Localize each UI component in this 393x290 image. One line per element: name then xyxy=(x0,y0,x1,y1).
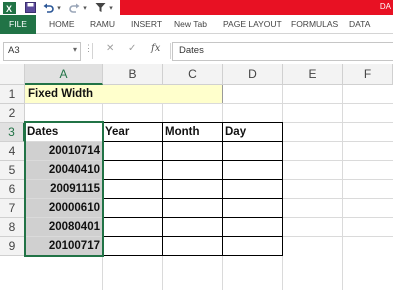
header-cell-month[interactable]: Month xyxy=(163,123,222,142)
name-box[interactable]: A3 ▾ xyxy=(3,42,81,61)
filter-icon[interactable] xyxy=(94,0,106,15)
title-bar: DA xyxy=(120,0,393,15)
tab-new-tab[interactable]: New Tab xyxy=(174,15,207,34)
svg-text:X: X xyxy=(6,4,12,14)
window-title: DA xyxy=(379,2,391,11)
formula-value: Dates xyxy=(179,45,204,56)
row-header-2[interactable]: 2 xyxy=(0,104,25,123)
redo-dropdown-icon[interactable]: ▾ xyxy=(81,0,89,15)
table-border xyxy=(102,179,283,180)
column-header-d[interactable]: D xyxy=(223,64,283,85)
row-header-4[interactable]: 4 xyxy=(0,142,25,161)
row-header-3[interactable]: 3 xyxy=(0,123,25,142)
table-border xyxy=(102,141,283,142)
row-header-5[interactable]: 5 xyxy=(0,161,25,180)
redo-icon[interactable] xyxy=(68,0,80,15)
select-all-button[interactable] xyxy=(0,64,25,85)
tab-file[interactable]: FILE xyxy=(0,15,36,34)
cancel-icon[interactable]: ✕ xyxy=(106,43,114,54)
ribbon-tabs: FILE HOME RAMU INSERT New Tab PAGE LAYOU… xyxy=(0,15,393,34)
tab-ramu[interactable]: RAMU xyxy=(90,15,115,34)
excel-logo-icon: X xyxy=(2,0,16,15)
table-border xyxy=(222,85,223,103)
selection-outline xyxy=(24,121,104,257)
table-border xyxy=(102,255,283,256)
row-header-6[interactable]: 6 xyxy=(0,180,25,199)
title-cell[interactable]: Fixed Width xyxy=(25,85,222,103)
table-border xyxy=(102,217,283,218)
column-header-e[interactable]: E xyxy=(283,64,343,85)
row-header-8[interactable]: 8 xyxy=(0,218,25,237)
gridline xyxy=(342,85,343,290)
column-header-f[interactable]: F xyxy=(343,64,393,85)
undo-dropdown-icon[interactable]: ▾ xyxy=(55,0,63,15)
formula-bar: A3 ▾ ⋮ ✕ ✓ fx Dates xyxy=(0,34,393,64)
divider xyxy=(92,43,93,59)
table-border xyxy=(102,122,283,123)
column-header-c[interactable]: C xyxy=(163,64,223,85)
quick-access-toolbar: X ▾ ▾ ▾ DA xyxy=(0,0,393,15)
tab-page-layout[interactable]: PAGE LAYOUT xyxy=(223,15,282,34)
header-cell-day[interactable]: Day xyxy=(223,123,282,142)
table-border xyxy=(102,198,283,199)
column-header-b[interactable]: B xyxy=(103,64,163,85)
chevron-down-icon[interactable]: ▾ xyxy=(73,45,77,54)
tab-formulas[interactable]: FORMULAS xyxy=(291,15,338,34)
insert-function-icon[interactable]: fx xyxy=(151,43,160,54)
tab-insert[interactable]: INSERT xyxy=(131,15,162,34)
table-border xyxy=(102,160,283,161)
undo-icon[interactable] xyxy=(42,0,54,15)
worksheet-grid: A B C D E F 1 2 3 4 5 6 7 8 9 Fixed Widt… xyxy=(0,64,393,290)
formula-input[interactable]: Dates xyxy=(172,42,393,61)
header-cell-year[interactable]: Year xyxy=(103,123,162,142)
tab-home[interactable]: HOME xyxy=(49,15,75,34)
row-header-9[interactable]: 9 xyxy=(0,237,25,256)
row-header-1[interactable]: 1 xyxy=(0,85,25,104)
divider xyxy=(170,43,171,59)
table-border xyxy=(102,236,283,237)
column-header-a[interactable]: A xyxy=(25,64,103,85)
customize-toolbar-icon[interactable]: ▾ xyxy=(107,0,115,15)
save-icon[interactable] xyxy=(24,0,37,15)
gridline xyxy=(25,103,393,104)
enter-icon[interactable]: ✓ xyxy=(128,43,136,54)
name-box-value: A3 xyxy=(8,45,20,56)
row-header-7[interactable]: 7 xyxy=(0,199,25,218)
tab-data[interactable]: DATA xyxy=(349,15,370,34)
